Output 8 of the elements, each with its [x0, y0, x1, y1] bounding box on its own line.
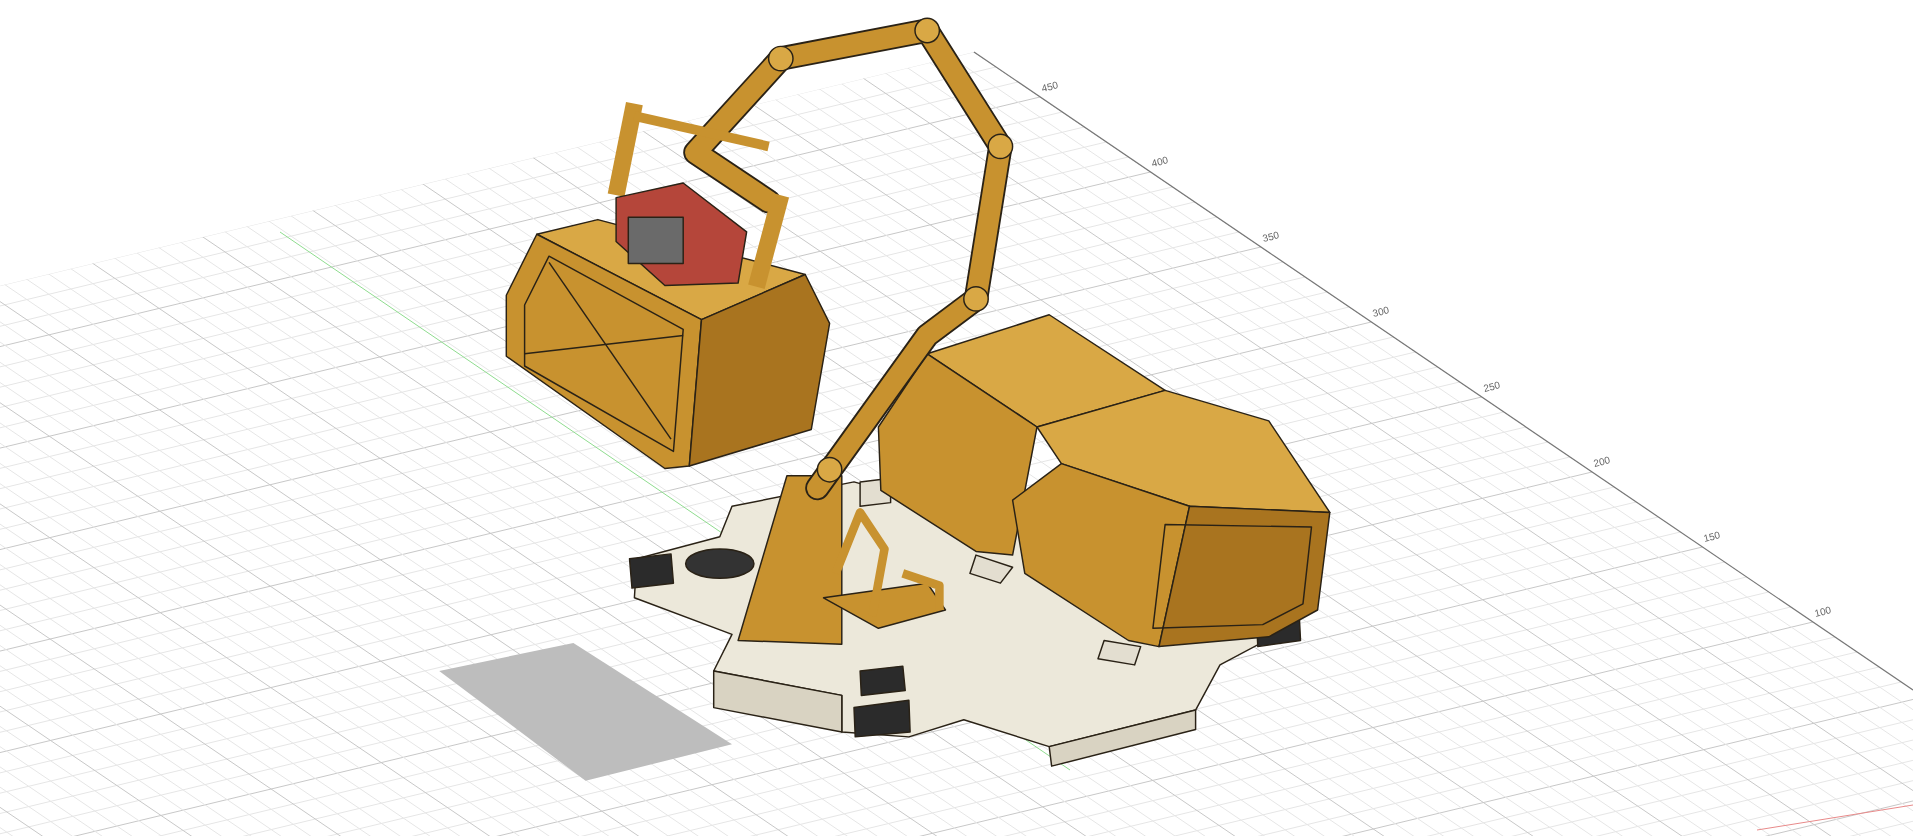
grid-scale-label: 150 — [1702, 530, 1722, 544]
grid-scale-label: 100 — [1813, 605, 1832, 619]
grid-scale-label: 450 — [1040, 80, 1060, 94]
grid-scale-label: 200 — [1592, 455, 1612, 469]
grid-scale-label: 250 — [1482, 380, 1501, 394]
grid-scale-label: 400 — [1150, 155, 1170, 169]
grid-scale-label: 300 — [1371, 305, 1391, 319]
grid-scale-label: 350 — [1261, 230, 1280, 244]
